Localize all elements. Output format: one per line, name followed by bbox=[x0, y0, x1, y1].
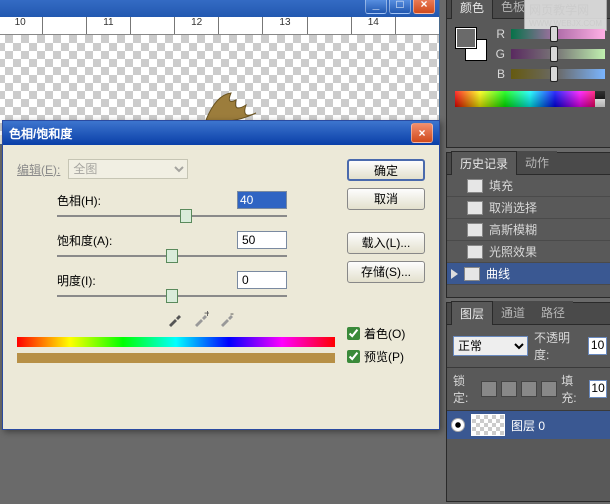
hue-slider[interactable] bbox=[57, 215, 287, 217]
tab-paths[interactable]: 路径 bbox=[533, 301, 573, 324]
history-icon bbox=[467, 223, 483, 237]
preview-checkbox[interactable] bbox=[347, 350, 360, 363]
fill-value[interactable]: 10 bbox=[589, 380, 607, 398]
blend-mode-select[interactable]: 正常 bbox=[453, 336, 528, 356]
history-tabs: 历史记录 动作 bbox=[447, 153, 610, 175]
colorize-checkbox[interactable] bbox=[347, 327, 360, 340]
hue-saturation-dialog: 色相/饱和度 × 编辑(E): 全图 色相(H): 饱和度(A): bbox=[2, 120, 440, 430]
opacity-value[interactable]: 10 bbox=[588, 337, 607, 355]
r-label: R bbox=[493, 27, 505, 41]
lock-transparency-button[interactable] bbox=[481, 381, 497, 397]
eyedropper-subtract-icon[interactable]: - bbox=[219, 311, 235, 327]
docwin-titlebar: _ □ × bbox=[0, 0, 439, 17]
eyedropper-add-icon[interactable]: + bbox=[193, 311, 209, 327]
eyedropper-icon[interactable] bbox=[167, 311, 183, 327]
cancel-button[interactable]: 取消 bbox=[347, 188, 425, 210]
edit-select[interactable]: 全图 bbox=[68, 159, 188, 179]
history-icon bbox=[467, 179, 483, 193]
load-button[interactable]: 载入(L)... bbox=[347, 232, 425, 254]
layers-tabs: 图层 通道 路径 bbox=[447, 303, 610, 325]
dialog-close-button[interactable]: × bbox=[411, 123, 433, 143]
tab-history[interactable]: 历史记录 bbox=[451, 151, 517, 175]
layer-name[interactable]: 图层 0 bbox=[511, 417, 545, 434]
g-label: G bbox=[493, 47, 505, 61]
b-slider[interactable] bbox=[511, 69, 605, 79]
history-item[interactable]: 填充 bbox=[447, 175, 610, 197]
history-panel: 历史记录 动作 填充 取消选择 高斯模糊 光照效果 曲线 bbox=[446, 152, 610, 298]
save-button[interactable]: 存储(S)... bbox=[347, 261, 425, 283]
layers-panel: 图层 通道 路径 正常 不透明度: 10 锁定: 填充: 10 图层 0 bbox=[446, 302, 610, 502]
minimize-button[interactable]: _ bbox=[365, 0, 387, 14]
preview-label: 预览(P) bbox=[364, 348, 404, 365]
lock-label: 锁定: bbox=[453, 372, 477, 406]
history-icon bbox=[467, 245, 483, 259]
watermark: 网页教学网 WWW.WEBJX.COM bbox=[524, 0, 607, 31]
maximize-button[interactable]: □ bbox=[389, 0, 411, 14]
foreground-color-swatch[interactable] bbox=[455, 27, 477, 49]
color-panel: 网页教学网 WWW.WEBJX.COM 颜色 色板 R G B bbox=[446, 0, 610, 148]
tab-layers[interactable]: 图层 bbox=[451, 301, 493, 325]
saturation-label: 饱和度(A): bbox=[57, 232, 237, 249]
history-icon bbox=[467, 201, 483, 215]
saturation-input[interactable] bbox=[237, 231, 287, 249]
horizontal-ruler: 8 9 10 11 12 13 14 bbox=[0, 17, 439, 35]
tab-channels[interactable]: 通道 bbox=[493, 301, 533, 324]
spectrum-picker[interactable] bbox=[455, 91, 605, 107]
history-item[interactable]: 取消选择 bbox=[447, 197, 610, 219]
lock-position-button[interactable] bbox=[521, 381, 537, 397]
lock-all-button[interactable] bbox=[541, 381, 557, 397]
colorize-label: 着色(O) bbox=[364, 325, 405, 342]
layer-row[interactable]: 图层 0 bbox=[447, 411, 610, 439]
history-item[interactable]: 光照效果 bbox=[447, 241, 610, 263]
fg-bg-swatches[interactable] bbox=[455, 27, 487, 65]
lightness-slider[interactable] bbox=[57, 295, 287, 297]
play-icon bbox=[451, 269, 458, 279]
edit-label: 编辑(E): bbox=[17, 161, 60, 178]
close-button[interactable]: × bbox=[413, 0, 435, 14]
lock-pixels-button[interactable] bbox=[501, 381, 517, 397]
svg-text:+: + bbox=[204, 311, 209, 320]
hue-bar bbox=[17, 337, 335, 347]
ok-button[interactable]: 确定 bbox=[347, 159, 425, 181]
visibility-icon[interactable] bbox=[451, 418, 465, 432]
dialog-title: 色相/饱和度 bbox=[9, 125, 411, 142]
hue-input[interactable] bbox=[237, 191, 287, 209]
tab-actions[interactable]: 动作 bbox=[517, 151, 557, 174]
opacity-label: 不透明度: bbox=[534, 329, 582, 363]
g-slider[interactable] bbox=[511, 49, 605, 59]
history-item[interactable]: 高斯模糊 bbox=[447, 219, 610, 241]
svg-text:-: - bbox=[230, 311, 234, 320]
r-slider[interactable] bbox=[511, 29, 605, 39]
b-label: B bbox=[493, 67, 505, 81]
artwork bbox=[201, 85, 261, 125]
saturation-slider[interactable] bbox=[57, 255, 287, 257]
history-item[interactable]: 曲线 bbox=[447, 263, 610, 285]
history-list: 填充 取消选择 高斯模糊 光照效果 曲线 bbox=[447, 175, 610, 291]
dialog-titlebar[interactable]: 色相/饱和度 × bbox=[3, 121, 439, 145]
tab-color[interactable]: 颜色 bbox=[451, 0, 493, 19]
lightness-input[interactable] bbox=[237, 271, 287, 289]
result-bar bbox=[17, 353, 335, 363]
color-bars bbox=[17, 337, 335, 365]
layer-thumbnail[interactable] bbox=[471, 414, 505, 436]
history-icon bbox=[464, 267, 480, 281]
lightness-label: 明度(I): bbox=[57, 272, 237, 289]
fill-label: 填充: bbox=[561, 372, 585, 406]
hue-label: 色相(H): bbox=[57, 192, 237, 209]
